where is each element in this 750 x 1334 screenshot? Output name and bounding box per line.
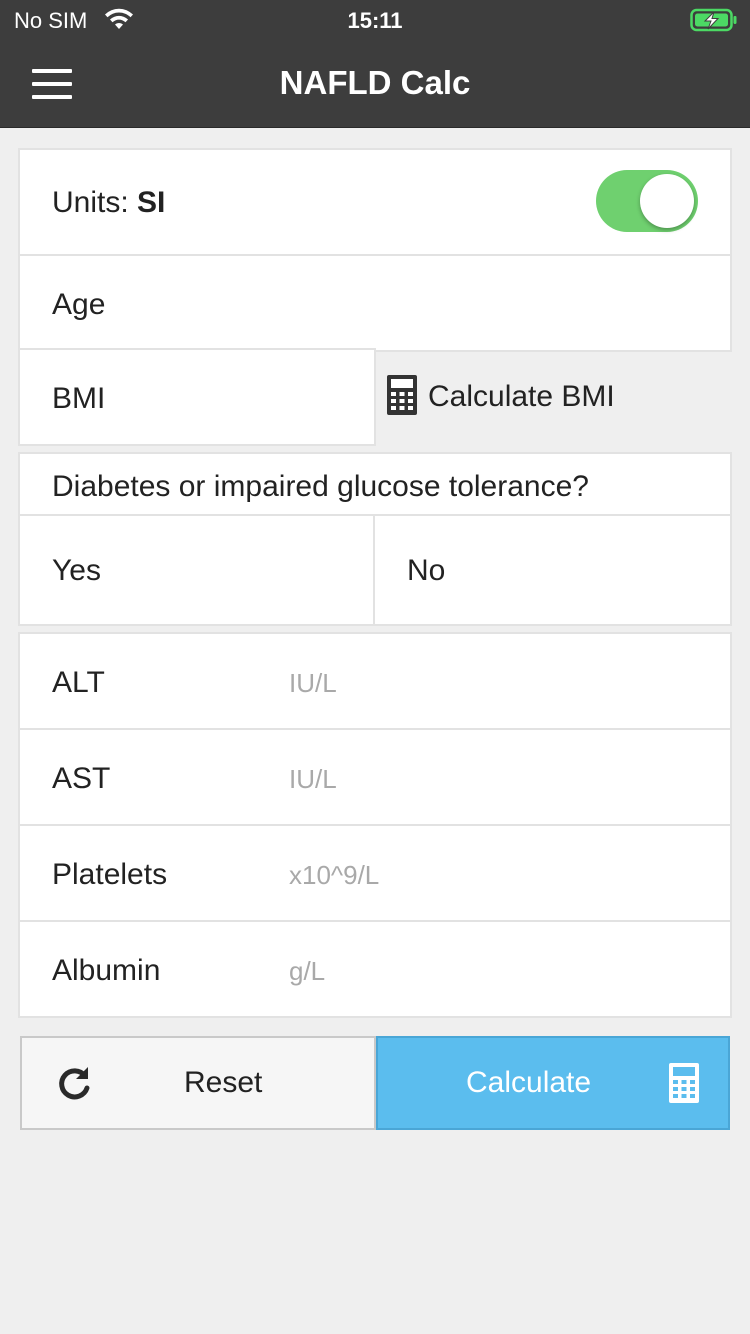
diabetes-question: Diabetes or impaired glucose tolerance? — [52, 470, 589, 503]
calculate-bmi-label: Calculate BMI — [428, 380, 615, 413]
reset-label: Reset — [184, 1066, 263, 1099]
nav-bar: NAFLD Calc — [0, 40, 750, 128]
calculate-label: Calculate — [466, 1066, 592, 1099]
calculator-icon — [387, 375, 417, 415]
page-title: NAFLD Calc — [279, 64, 471, 101]
age-field[interactable] — [18, 254, 732, 352]
toggle-knob — [640, 174, 694, 228]
units-label-prefix: Units: — [52, 186, 138, 219]
calculate-button[interactable]: Calculate — [376, 1036, 730, 1130]
units-label: Units: SI — [52, 186, 165, 220]
ast-unit-placeholder: IU/L — [289, 764, 337, 794]
status-time: 15:11 — [347, 8, 403, 33]
units-value: SI — [137, 186, 166, 219]
diabetes-no-label: No — [407, 554, 446, 587]
diabetes-yes-label: Yes — [52, 554, 101, 587]
albumin-label: Albumin — [52, 954, 161, 987]
calculator-icon — [669, 1063, 699, 1103]
reset-button[interactable]: Reset — [20, 1036, 376, 1130]
platelets-unit-placeholder: x10^9/L — [289, 860, 380, 890]
albumin-unit-placeholder: g/L — [289, 956, 326, 986]
alt-field[interactable] — [20, 634, 730, 728]
ast-label: AST — [52, 762, 111, 795]
alt-unit-placeholder: IU/L — [289, 668, 337, 698]
refresh-icon — [59, 1067, 90, 1100]
age-label: Age — [52, 288, 106, 321]
units-toggle[interactable] — [596, 170, 698, 232]
battery-charging-icon — [690, 8, 737, 32]
alt-label: ALT — [52, 666, 105, 699]
platelets-label: Platelets — [52, 858, 168, 891]
status-bar: No SIM 15:11 — [0, 0, 750, 40]
bmi-label: BMI — [52, 382, 106, 415]
ast-field[interactable] — [20, 730, 730, 824]
